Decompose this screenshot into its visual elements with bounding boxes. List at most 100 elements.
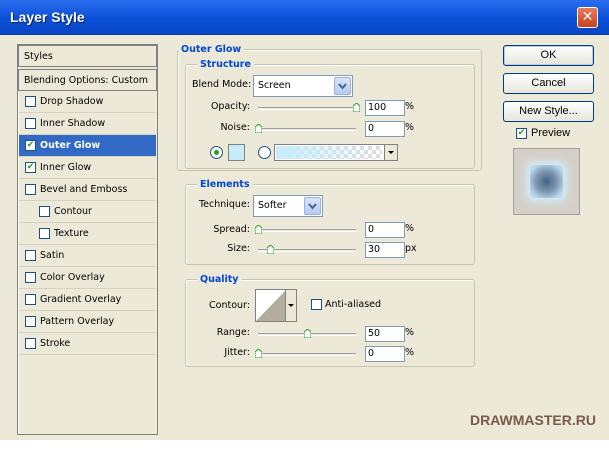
contour-preview-icon	[256, 290, 286, 321]
ok-button[interactable]: OK	[503, 45, 594, 66]
style-item-checkbox[interactable]	[25, 272, 36, 283]
contour-picker[interactable]	[255, 289, 297, 322]
glow-color-swatch[interactable]	[228, 144, 245, 161]
style-item[interactable]: Color Overlay	[19, 267, 156, 289]
jitter-slider-thumb[interactable]	[255, 349, 262, 358]
spread-slider[interactable]	[258, 229, 356, 232]
cancel-button[interactable]: Cancel	[503, 73, 594, 94]
noise-input[interactable]: 0	[365, 121, 405, 137]
style-item-checkbox[interactable]	[39, 206, 50, 217]
styles-header-label: Styles	[24, 51, 53, 62]
style-item[interactable]: Texture	[19, 223, 156, 245]
style-item[interactable]: Bevel and Emboss	[19, 179, 156, 201]
panel-title: Outer Glow	[178, 44, 245, 55]
style-item-checkbox[interactable]	[25, 96, 36, 107]
noise-unit: %	[405, 122, 415, 133]
style-item[interactable]: Contour	[19, 201, 156, 223]
jitter-input[interactable]: 0	[365, 346, 405, 362]
jitter-unit: %	[405, 347, 415, 358]
drawmaster-logo: DRAWMASTER.RU	[470, 412, 596, 428]
range-input[interactable]: 50	[365, 326, 405, 342]
style-item-checkbox[interactable]	[25, 338, 36, 349]
layer-style-dialog: Layer Style ✕ Styles Blending Options: C…	[0, 0, 609, 453]
style-item-label: Stroke	[40, 338, 71, 349]
size-input[interactable]: 30	[365, 242, 405, 258]
style-item-checkbox[interactable]	[25, 294, 36, 305]
style-item[interactable]: Inner Shadow	[19, 113, 156, 135]
preview-checkbox[interactable]: ✔	[516, 128, 527, 139]
technique-value: Softer	[258, 200, 287, 211]
size-unit: px	[405, 243, 417, 254]
window-bottom-edge	[0, 440, 609, 453]
opacity-slider-thumb[interactable]	[353, 103, 360, 112]
style-item-label: Drop Shadow	[40, 96, 104, 107]
spread-input[interactable]: 0	[365, 222, 405, 238]
structure-legend: Structure	[197, 59, 254, 70]
technique-select[interactable]: Softer	[253, 195, 323, 217]
style-item[interactable]: Pattern Overlay	[19, 311, 156, 333]
style-item-checkbox[interactable]	[25, 316, 36, 327]
style-item[interactable]: Stroke	[19, 333, 156, 355]
range-label: Range:	[216, 327, 250, 338]
color-radio[interactable]	[210, 146, 223, 159]
gradient-radio[interactable]	[258, 146, 271, 159]
watermark-text: DRAWMASTER.RU	[470, 412, 596, 428]
chevron-down-icon[interactable]	[285, 290, 296, 321]
spread-slider-thumb[interactable]	[255, 225, 262, 234]
style-item[interactable]: ✔ Inner Glow	[19, 157, 156, 179]
style-item-checkbox[interactable]	[39, 228, 50, 239]
antialiased-label: Anti-aliased	[325, 299, 382, 310]
style-item[interactable]: Drop Shadow	[19, 91, 156, 113]
spread-unit: %	[405, 223, 415, 234]
jitter-slider[interactable]	[258, 353, 356, 356]
style-item-label: Inner Glow	[40, 162, 92, 173]
title-bar[interactable]: Layer Style ✕	[0, 0, 609, 35]
preview-thumbnail	[513, 148, 580, 215]
blend-mode-label: Blend Mode:	[192, 79, 252, 90]
style-item-label: Inner Shadow	[40, 118, 106, 129]
quality-legend: Quality	[197, 274, 242, 285]
size-slider-thumb[interactable]	[266, 245, 274, 254]
blending-options-item[interactable]: Blending Options: Custom	[18, 69, 157, 91]
noise-slider-thumb[interactable]	[255, 124, 262, 133]
preview-glow-shape	[530, 165, 563, 198]
style-item-label: Satin	[40, 250, 65, 261]
contour-label: Contour:	[209, 300, 250, 311]
close-button[interactable]: ✕	[577, 7, 598, 28]
style-item[interactable]: Satin	[19, 245, 156, 267]
chevron-down-icon[interactable]	[304, 197, 321, 215]
chevron-down-icon[interactable]	[334, 77, 351, 95]
new-style-button[interactable]: New Style...	[503, 101, 594, 122]
style-item-checkbox[interactable]: ✔	[25, 140, 36, 151]
style-item[interactable]: Gradient Overlay	[19, 289, 156, 311]
opacity-unit: %	[405, 101, 415, 112]
style-item[interactable]: ✔ Outer Glow	[19, 135, 156, 157]
noise-slider[interactable]	[258, 128, 356, 131]
blending-options-label: Blending Options: Custom	[24, 75, 149, 86]
preview-label: Preview	[531, 127, 571, 139]
size-label: Size:	[227, 243, 250, 254]
window-title: Layer Style	[10, 9, 85, 25]
gradient-picker[interactable]	[274, 144, 398, 161]
style-item-checkbox[interactable]: ✔	[25, 162, 36, 173]
styles-list: Styles Blending Options: Custom Drop Sha…	[17, 44, 158, 435]
style-item-label: Texture	[54, 228, 89, 239]
styles-header[interactable]: Styles	[18, 45, 157, 67]
style-item-checkbox[interactable]	[25, 250, 36, 261]
opacity-input[interactable]: 100	[365, 100, 405, 116]
chevron-down-icon[interactable]	[384, 145, 397, 160]
blend-mode-value: Screen	[258, 80, 291, 91]
style-item-label: Color Overlay	[40, 272, 105, 283]
style-item-label: Outer Glow	[40, 140, 101, 151]
opacity-slider[interactable]	[258, 107, 356, 110]
style-item-label: Pattern Overlay	[40, 316, 115, 327]
style-item-checkbox[interactable]	[25, 118, 36, 129]
style-item-checkbox[interactable]	[25, 184, 36, 195]
blend-mode-select[interactable]: Screen	[253, 75, 353, 97]
antialiased-checkbox[interactable]	[311, 299, 322, 310]
style-item-label: Gradient Overlay	[40, 294, 122, 305]
range-slider-thumb[interactable]	[304, 329, 311, 338]
range-unit: %	[405, 327, 415, 338]
style-item-label: Contour	[54, 206, 92, 217]
elements-legend: Elements	[197, 179, 253, 190]
